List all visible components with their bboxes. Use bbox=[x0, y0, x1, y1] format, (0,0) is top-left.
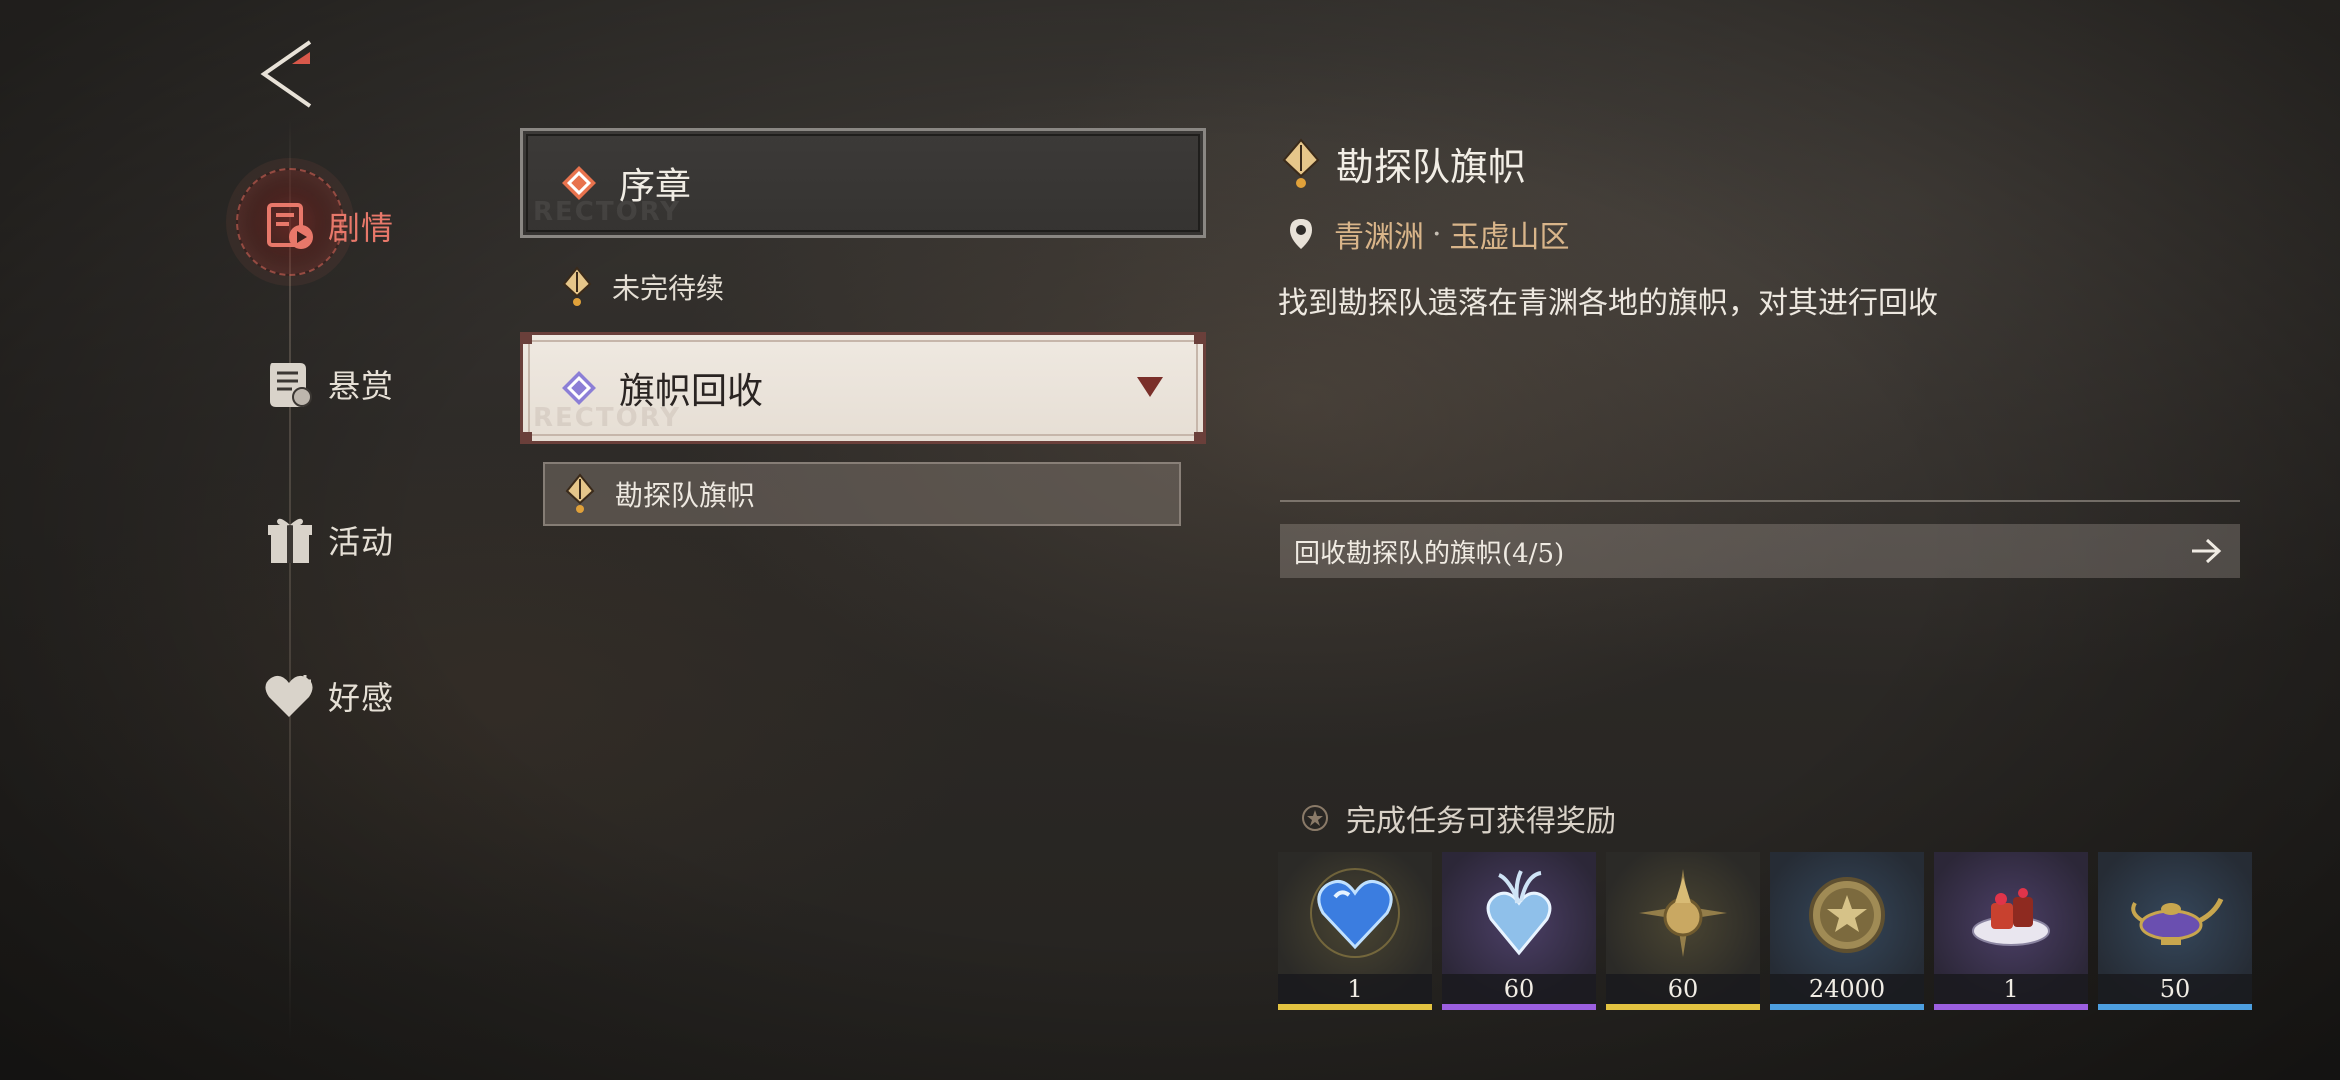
gold-coin-icon bbox=[1770, 852, 1924, 974]
quest-location: 青渊洲 · 玉虚山区 bbox=[1288, 212, 1570, 256]
quest-title-text: 勘探队旗帜 bbox=[1336, 145, 1527, 189]
frame-corner bbox=[520, 332, 532, 344]
story-icon bbox=[258, 194, 322, 258]
frame-corner bbox=[1194, 432, 1206, 444]
nav-item-bounty[interactable]: 悬赏 bbox=[258, 344, 394, 424]
nav-label-story: 剧情 bbox=[328, 209, 395, 247]
rarity-bar bbox=[1606, 1004, 1760, 1010]
rarity-bar bbox=[2098, 1004, 2252, 1010]
bounty-scroll-icon bbox=[258, 352, 322, 416]
quest-description: 找到勘探队遗落在青渊各地的旗帜，对其进行回收 bbox=[1278, 286, 1938, 321]
reward-quantity: 60 bbox=[1442, 974, 1596, 1004]
dropdown-arrow-icon[interactable] bbox=[1137, 377, 1163, 397]
quest-marker-icon bbox=[565, 473, 595, 513]
reward-item[interactable]: 50 bbox=[2098, 852, 2252, 1010]
nav-item-affection[interactable]: 好感 bbox=[258, 656, 394, 736]
reward-quantity: 1 bbox=[1278, 974, 1432, 1004]
rarity-bar bbox=[1442, 1004, 1596, 1010]
rarity-bar bbox=[1934, 1004, 2088, 1010]
magic-lamp-icon bbox=[2098, 852, 2252, 974]
objective-text: 回收勘探队的旗帜(4/5) bbox=[1294, 538, 1565, 569]
reward-quantity: 24000 bbox=[1770, 974, 1924, 1004]
reward-item[interactable]: 24000 bbox=[1770, 852, 1924, 1010]
chapter-watermark: RECTORY bbox=[533, 197, 682, 227]
nav-label-events: 活动 bbox=[328, 523, 395, 561]
reward-item[interactable]: 60 bbox=[1442, 852, 1596, 1010]
rarity-bar bbox=[1278, 1004, 1432, 1010]
back-button[interactable] bbox=[258, 38, 318, 110]
golden-star-orb-icon bbox=[1606, 852, 1760, 974]
reward-item[interactable]: 1 bbox=[1278, 852, 1432, 1010]
reward-badge-icon bbox=[1302, 805, 1328, 831]
location-area: 玉虚山区 bbox=[1449, 220, 1570, 255]
reward-quantity: 50 bbox=[2098, 974, 2252, 1004]
rewards-title: 完成任务可获得奖励 bbox=[1346, 804, 1616, 839]
chapter-watermark: RECTORY bbox=[533, 403, 682, 433]
quest-marker-icon bbox=[1282, 137, 1320, 188]
reward-item[interactable]: 60 bbox=[1606, 852, 1760, 1010]
detail-divider bbox=[1280, 500, 2240, 502]
cake-dessert-icon bbox=[1934, 852, 2088, 974]
nav-label-affection: 好感 bbox=[328, 679, 395, 717]
blue-heart-gem-icon bbox=[1278, 852, 1432, 974]
reward-item[interactable]: 1 bbox=[1934, 852, 2088, 1010]
quest-row-label: 勘探队旗帜 bbox=[615, 479, 756, 512]
quest-detail-title: 勘探队旗帜 bbox=[1280, 136, 1526, 191]
chapter-diamond-icon bbox=[562, 371, 596, 405]
rewards-list: 1 60 60 24000 1 50 bbox=[1278, 852, 2252, 1010]
heart-icon bbox=[258, 664, 322, 728]
frame-corner bbox=[1194, 332, 1206, 344]
arrow-right-icon bbox=[2192, 538, 2222, 564]
chapter-header-flag-recovery[interactable]: RECTORY 旗帜回收 bbox=[520, 332, 1206, 444]
frame-corner bbox=[520, 432, 532, 444]
sub-item-label: 未完待续 bbox=[612, 272, 725, 305]
location-separator: · bbox=[1432, 216, 1442, 252]
reward-quantity: 1 bbox=[1934, 974, 2088, 1004]
back-arrow-icon bbox=[260, 40, 312, 108]
quest-marker-icon bbox=[562, 266, 592, 306]
rewards-header: 完成任务可获得奖励 bbox=[1300, 796, 1616, 840]
chapter-header-prologue[interactable]: RECTORY 序章 bbox=[520, 128, 1206, 238]
rarity-bar bbox=[1770, 1004, 1924, 1010]
quest-objective-button[interactable]: 回收勘探队的旗帜(4/5) bbox=[1280, 524, 2240, 578]
nav-label-bounty: 悬赏 bbox=[328, 367, 395, 405]
location-region: 青渊洲 bbox=[1334, 220, 1424, 255]
gift-icon bbox=[258, 508, 322, 572]
nav-item-story[interactable]: 剧情 bbox=[258, 186, 394, 266]
location-pin-icon bbox=[1290, 219, 1312, 249]
reward-quantity: 60 bbox=[1606, 974, 1760, 1004]
nav-item-events[interactable]: 活动 bbox=[258, 500, 394, 580]
quest-row-survey-team-flag[interactable]: 勘探队旗帜 bbox=[543, 462, 1181, 526]
crystal-heart-icon bbox=[1442, 852, 1596, 974]
sub-item-to-be-continued[interactable]: 未完待续 bbox=[560, 266, 724, 308]
